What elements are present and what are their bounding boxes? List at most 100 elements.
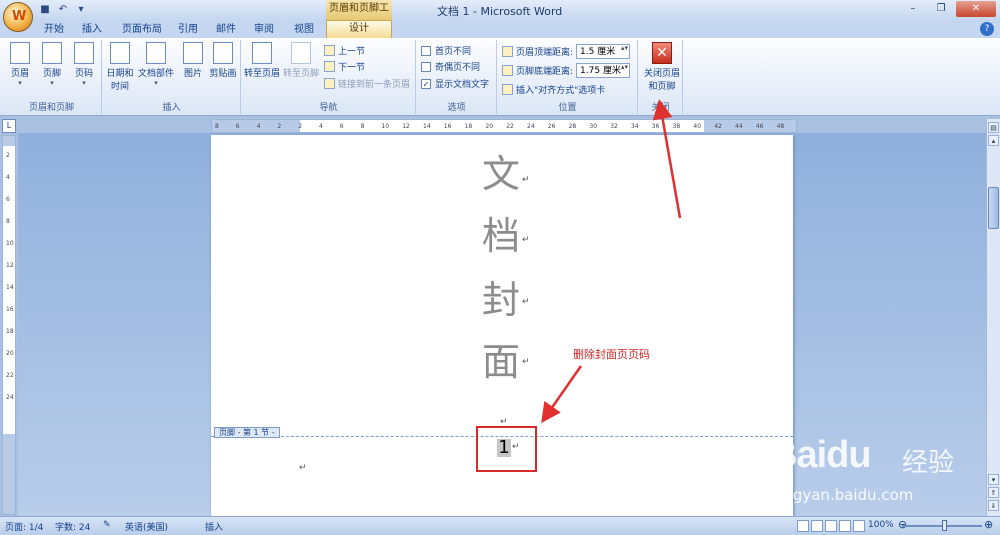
- picture-label: 图片: [183, 69, 202, 79]
- ruler-tick-label: 6: [235, 123, 240, 130]
- save-icon[interactable]: ■: [38, 3, 52, 17]
- group-insert: 日期和时间 文档部件 ▾ 图片 剪贴画 插入: [103, 40, 241, 114]
- help-icon[interactable]: ?: [980, 22, 994, 36]
- document-page[interactable]: 文 ↵ 档 ↵ 封 ↵ 面 ↵ ↵ 页脚 - 第 1 节 - ↵ 1 ↵: [211, 135, 793, 516]
- header-distance-control: 页眉顶端距离: 1.5 厘米: [502, 44, 631, 59]
- quick-parts-button[interactable]: 文档部件 ▾: [137, 42, 175, 87]
- goto-header-label: 转至页眉: [244, 69, 281, 79]
- previous-section-button[interactable]: 上一节: [324, 44, 365, 57]
- close-header-footer-label-1: 关闭页眉: [643, 69, 680, 79]
- scrollbar-thumb[interactable]: [988, 187, 999, 229]
- different-first-page-label: 首页不同: [435, 47, 472, 57]
- zoom-in-icon[interactable]: ⊕: [984, 518, 993, 531]
- goto-header-button[interactable]: 转至页眉: [244, 42, 280, 79]
- ruler-tick-label: 24: [527, 123, 535, 130]
- watermark-logo: Baidu: [770, 434, 872, 476]
- outline-view-icon[interactable]: [839, 520, 851, 532]
- ruler-tick-label: 4: [319, 123, 323, 130]
- paragraph-mark: ↵: [522, 357, 530, 367]
- minimize-button[interactable]: –: [900, 1, 926, 17]
- ribbon-tabs: 开始 插入 页面布局 引用 邮件 审阅 视图 设计 ?: [0, 20, 1000, 38]
- tab-home[interactable]: 开始: [38, 22, 70, 38]
- tab-review[interactable]: 审阅: [248, 22, 280, 38]
- office-logo-icon: W: [12, 9, 27, 24]
- insert-alignment-tab-button[interactable]: 插入"对齐方式"选项卡: [502, 83, 605, 96]
- view-buttons: [797, 520, 865, 532]
- full-screen-view-icon[interactable]: [811, 520, 823, 532]
- footer-button[interactable]: 页脚 ▾: [36, 42, 68, 87]
- ruler-tick-label: 26: [547, 123, 556, 130]
- close-header-footer-button[interactable]: ✕ 关闭页眉 和页脚: [641, 42, 683, 92]
- group-header-footer: 页眉 ▾ 页脚 ▾ 页码 ▾ 页眉和页脚: [2, 40, 102, 114]
- clip-art-button[interactable]: 剪贴画: [207, 42, 239, 79]
- header-distance-spinner[interactable]: 1.5 厘米: [576, 44, 631, 59]
- group-close: ✕ 关闭页眉 和页脚 关闭: [639, 40, 683, 114]
- date-time-label: 日期和时间: [106, 69, 134, 92]
- different-first-page-checkbox[interactable]: 首页不同: [421, 44, 471, 57]
- footer-distance-label: 页脚底端距离:: [516, 67, 574, 77]
- undo-icon[interactable]: ↶: [56, 3, 70, 17]
- next-section-label: 下一节: [338, 63, 366, 73]
- different-odd-even-checkbox[interactable]: 奇偶页不同: [421, 60, 480, 73]
- tab-page-layout[interactable]: 页面布局: [116, 22, 168, 38]
- status-page[interactable]: 页面: 1/4: [5, 520, 43, 533]
- header-icon: [10, 42, 30, 64]
- baidu-watermark: Baidu 经验 jingyan.baidu.com: [770, 430, 990, 515]
- picture-icon: [183, 42, 203, 64]
- ruler-tick-label: 18: [464, 123, 473, 130]
- group-label-close: 关闭: [651, 103, 670, 113]
- next-section-button[interactable]: 下一节: [324, 60, 365, 73]
- page-number-button[interactable]: 页码 ▾: [68, 42, 100, 87]
- page-number-highlight-box: 1 ↵: [476, 426, 537, 472]
- zoom-slider-knob[interactable]: [942, 520, 947, 531]
- next-section-icon: [324, 61, 335, 72]
- show-document-text-checkbox[interactable]: ✓ 显示文档文字: [421, 77, 489, 90]
- status-insert-mode[interactable]: 插入: [205, 520, 223, 533]
- header-button[interactable]: 页眉 ▾: [4, 42, 36, 87]
- tab-view[interactable]: 视图: [288, 22, 320, 38]
- link-to-previous-button[interactable]: 链接到前一条页眉: [324, 77, 410, 90]
- cover-char-1: 文: [482, 152, 521, 196]
- goto-footer-button[interactable]: 转至页脚: [282, 42, 320, 79]
- vertical-ruler[interactable]: 2 4 6 8 10 12 14 16 18 20 22 24: [2, 135, 16, 515]
- restore-button[interactable]: ❐: [928, 1, 954, 17]
- ruler-tick-label: 2: [6, 152, 10, 159]
- office-button[interactable]: W: [3, 2, 33, 32]
- zoom-level[interactable]: 100%: [868, 520, 894, 530]
- status-word-count[interactable]: 字数: 24: [55, 520, 90, 533]
- horizontal-ruler[interactable]: 8 6 4 2 2 4 6 8 10 12 14 16 18 20 22 24 26 28 30 32 34 36 38 40…: [211, 119, 797, 133]
- ruler-tick-label: 20: [6, 350, 14, 357]
- footer-distance-control: 页脚底端距离: 1.75 厘米: [502, 63, 631, 78]
- watermark-url: jingyan.baidu.com: [775, 486, 914, 504]
- bottom-margin-area: [3, 434, 15, 514]
- scroll-up-icon[interactable]: ▴: [988, 135, 999, 146]
- tab-selector-button[interactable]: L: [2, 119, 16, 133]
- view-ruler-icon[interactable]: ▤: [988, 122, 999, 133]
- spelling-check-icon[interactable]: ✎: [103, 520, 111, 530]
- ruler-tick-label: 28: [568, 123, 577, 130]
- tab-references[interactable]: 引用: [172, 22, 204, 38]
- draft-view-icon[interactable]: [853, 520, 865, 532]
- tab-insert[interactable]: 插入: [76, 22, 108, 38]
- page-number-icon: [74, 42, 94, 64]
- web-layout-view-icon[interactable]: [825, 520, 837, 532]
- status-language[interactable]: 英语(美国): [125, 520, 168, 533]
- ruler-tick-label: 22: [506, 123, 514, 130]
- footer-button-label: 页脚: [42, 69, 61, 79]
- picture-button[interactable]: 图片: [177, 42, 209, 79]
- link-icon: [324, 78, 335, 89]
- print-layout-view-icon[interactable]: [797, 520, 809, 532]
- footer-distance-icon: [502, 65, 513, 76]
- footer-distance-spinner[interactable]: 1.75 厘米: [576, 63, 631, 78]
- tab-design[interactable]: 设计: [326, 20, 392, 38]
- header-footer-tools-label: 页眉和页脚工具: [326, 0, 392, 32]
- close-window-button[interactable]: ✕: [956, 1, 996, 17]
- date-time-button[interactable]: 日期和时间: [105, 42, 135, 92]
- footer-page-number[interactable]: 1: [497, 439, 511, 457]
- status-bar: 页面: 1/4 字数: 24 ✎ 英语(美国) 插入 100% ⊖ ⊕: [0, 516, 1000, 535]
- ruler-tick-label: 4: [256, 123, 261, 130]
- cover-char-3: 封: [482, 278, 521, 322]
- checkbox-icon: [421, 45, 431, 56]
- qat-dropdown-icon[interactable]: ▾: [74, 3, 88, 17]
- tab-mailings[interactable]: 邮件: [210, 22, 242, 38]
